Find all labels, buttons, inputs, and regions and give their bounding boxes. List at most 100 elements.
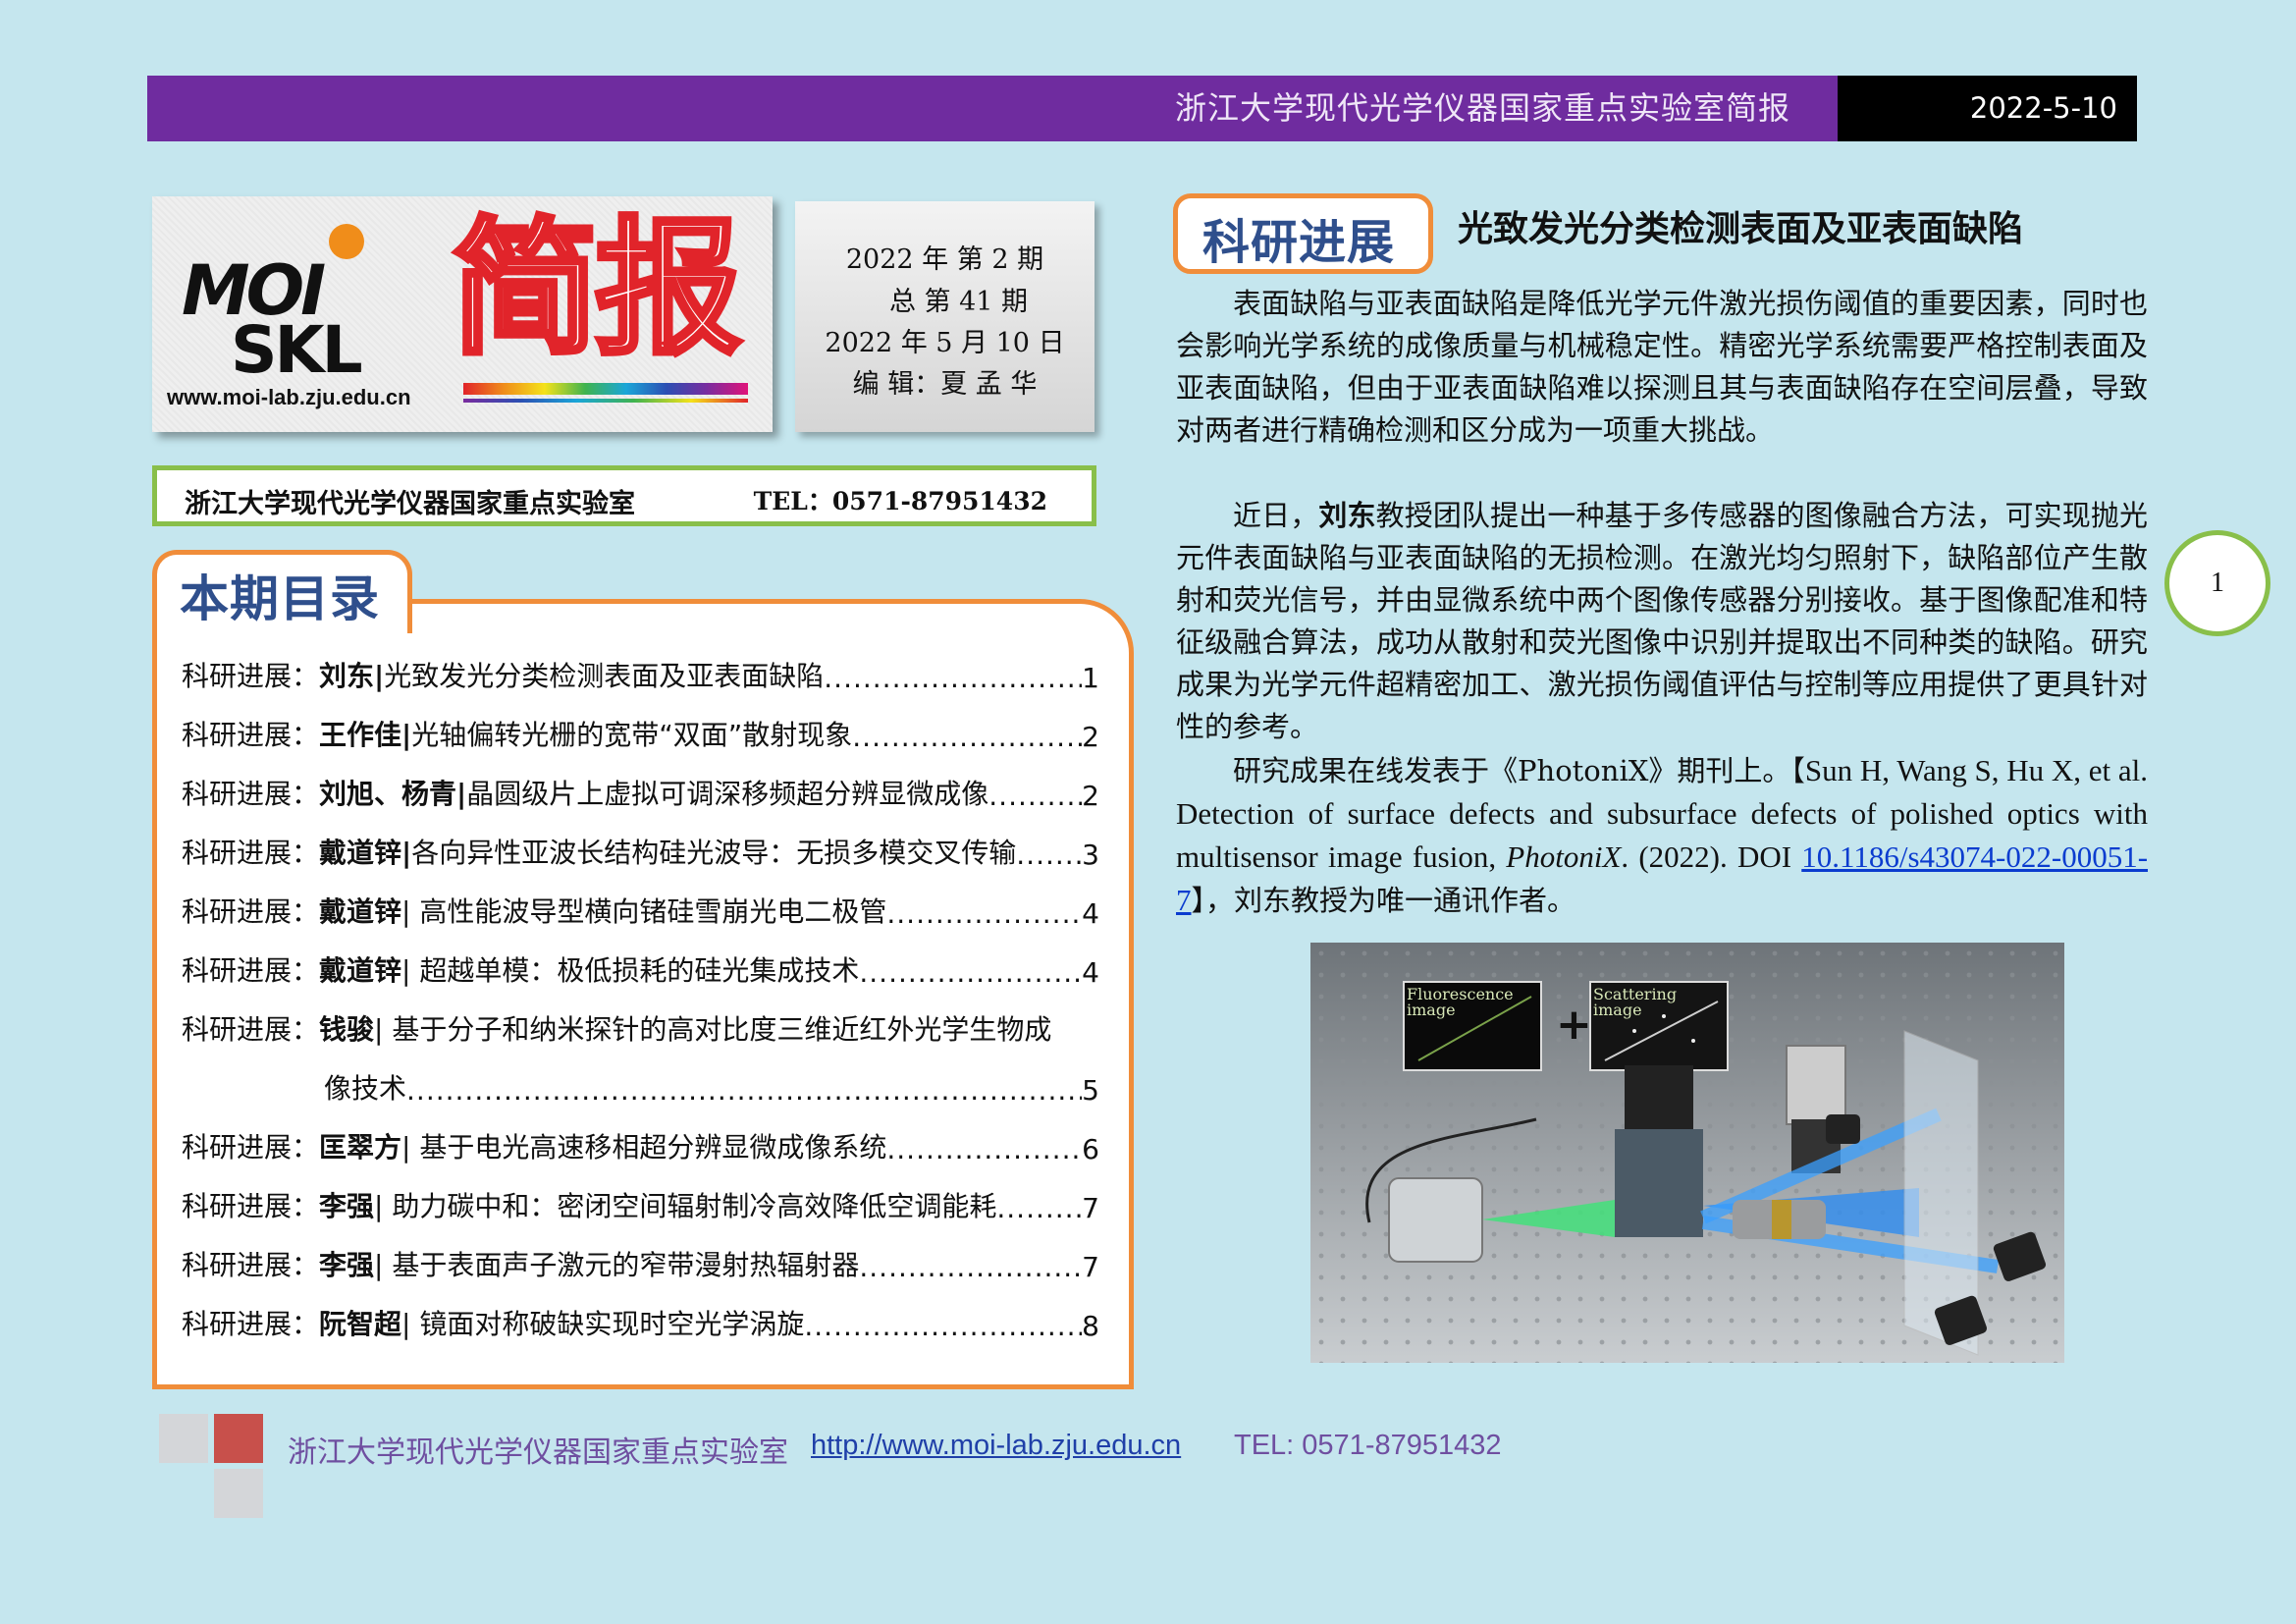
- footer-decor-square: [214, 1469, 263, 1518]
- toc-item-page: 6: [1082, 1133, 1099, 1165]
- footer-tel: TEL: 0571-87951432: [1234, 1430, 1502, 1461]
- toc-item-leader: [996, 1192, 1082, 1224]
- toc-item[interactable]: 科研进展： 李强| 基于表面声子激元的窄带漫射热辐射器 7: [182, 1239, 1099, 1283]
- logo: MOI SKL 简报 www.moi-lab.zju.edu.cn: [152, 196, 773, 432]
- toc-item-author: 戴道锌|: [319, 837, 412, 869]
- toc-item-leader: [988, 780, 1082, 812]
- lab-tel: TEL：0571-87951432: [753, 487, 1047, 515]
- toc-item-prefix: 科研进展：: [182, 895, 320, 928]
- toc-item[interactable]: 科研进展：刘旭、杨青| 晶圆级片上虚拟可调深移频超分辨显微成像 2: [182, 768, 1099, 812]
- toc-item-leader: [852, 721, 1082, 753]
- toc-item-continuation[interactable]: 像技术 5: [324, 1062, 1099, 1107]
- toc-item[interactable]: 科研进展： 钱骏 | 基于分子和纳米探针的高对比度三维近红外光学生物成: [182, 1003, 1099, 1048]
- toc-item-page: 2: [1082, 780, 1099, 812]
- toc-item-title: 光致发光分类检测表面及亚表面缺陷: [384, 660, 825, 692]
- toc-item[interactable]: 科研进展： 李强| 助力碳中和：密闭空间辐射制冷高效降低空调能耗 7: [182, 1180, 1099, 1224]
- toc-item-author: 阮智超: [319, 1308, 402, 1340]
- figure-fluorescence-label: Fluorescence image: [1407, 985, 1514, 1019]
- footer-url-link[interactable]: http://www.moi-lab.zju.edu.cn: [811, 1430, 1181, 1462]
- toc-item-leader: [859, 956, 1082, 989]
- toc-item-author: 钱骏: [319, 1013, 375, 1046]
- footer-decor-square: [214, 1414, 263, 1463]
- figure-scattering-label: Scattering image: [1593, 985, 1678, 1019]
- toc-title: 本期目录: [180, 570, 380, 627]
- article-figure: + Fluorescence image Scattering image: [1310, 943, 2064, 1363]
- toc-item-page: 3: [1082, 839, 1099, 871]
- toc-item-prefix: 科研进展：: [182, 954, 320, 987]
- article-paragraph-1: 表面缺陷与亚表面缺陷是降低光学元件激光损伤阈值的重要因素，同时也会影响光学系统的…: [1176, 287, 2148, 447]
- toc-item-prefix: 科研进展：: [182, 778, 320, 810]
- paragraph-text: 研究成果在线发表于《PhotoniX》期刊上。【: [1233, 754, 1805, 787]
- reference-year: . (2022). DOI: [1621, 839, 1802, 874]
- toc-item-page: 4: [1082, 897, 1099, 930]
- toc-item-page: 5: [1082, 1074, 1099, 1107]
- toc-item-page: 7: [1082, 1251, 1099, 1283]
- toc-item-title: | 高性能波导型横向锗硅雪崩光电二极管: [401, 895, 887, 928]
- toc-item-prefix: 科研进展：: [182, 1308, 320, 1340]
- toc-item-leader: [886, 1133, 1082, 1165]
- logo-rainbow-stripe: [463, 383, 748, 395]
- toc-item-title: | 基于分子和纳米探针的高对比度三维近红外光学生物成: [374, 1013, 1052, 1046]
- article-section-label: 科研进展: [1202, 215, 1396, 270]
- toc-item-author: 刘旭、杨青|: [319, 778, 467, 810]
- paragraph-text: 教授团队提出一种基于多传感器的图像融合方法，可实现抛光元件表面缺陷与亚表面缺陷的…: [1176, 499, 2148, 743]
- issue-number: 2022 年 第 2 期: [845, 244, 1044, 275]
- toc-item-page: 7: [1082, 1192, 1099, 1224]
- toc-item[interactable]: 科研进展：戴道锌| 高性能波导型横向锗硅雪崩光电二极管 4: [182, 886, 1099, 930]
- toc-item-page: 2: [1082, 721, 1099, 753]
- logo-rainbow-stripe-thin: [463, 399, 748, 403]
- article-paragraph-3: 研究成果在线发表于《PhotoniX》期刊上。【Sun H, Wang S, H…: [1176, 749, 2148, 922]
- toc-item-author: 李强: [319, 1190, 375, 1222]
- toc-item-prefix: 科研进展：: [182, 1131, 320, 1164]
- author-name: 刘东: [1318, 499, 1376, 532]
- toc-item-leader: [1016, 839, 1082, 871]
- toc-item-title: | 镜面对称破缺实现时空光学涡旋: [401, 1308, 805, 1340]
- toc-item-title: 各向异性亚波长结构硅光波导：无损多模交叉传输: [411, 837, 1017, 869]
- toc-item-page: 4: [1082, 956, 1099, 989]
- toc-item[interactable]: 科研进展：戴道锌| 各向异性亚波长结构硅光波导：无损多模交叉传输 3: [182, 827, 1099, 871]
- toc-item-prefix: 科研进展：: [182, 837, 320, 869]
- toc-item-title: | 助力碳中和：密闭空间辐射制冷高效降低空调能耗: [374, 1190, 997, 1222]
- logo-url: www.moi-lab.zju.edu.cn: [167, 385, 411, 409]
- toc-item-title: 像技术: [324, 1072, 407, 1105]
- logo-dot: [329, 224, 364, 259]
- logo-jianbao-text: 简报: [449, 204, 744, 375]
- toc-item[interactable]: 科研进展：戴道锌| 超越单模：极低损耗的硅光集成技术 4: [182, 945, 1099, 989]
- toc-item-author: 戴道锌: [319, 895, 402, 928]
- issue-date: 2022 年 5 月 10 日: [825, 328, 1065, 358]
- toc-item-leader: [824, 662, 1082, 694]
- toc-item-title: | 基于电光高速移相超分辨显微成像系统: [401, 1131, 887, 1164]
- toc-item-prefix: 科研进展：: [182, 1249, 320, 1281]
- toc-item-prefix: 科研进展：: [182, 719, 320, 751]
- footer-decor-square: [159, 1414, 208, 1463]
- toc-item[interactable]: 科研进展：王作佳| 光轴偏转光栅的宽带“双面”散射现象 2: [182, 709, 1099, 753]
- toc-item[interactable]: 科研进展：匡翠方| 基于电光高速移相超分辨显微成像系统 6: [182, 1121, 1099, 1165]
- toc-item-page: 8: [1082, 1310, 1099, 1342]
- toc-item-author: 王作佳|: [319, 719, 412, 751]
- toc-item-author: 李强: [319, 1249, 375, 1281]
- footer-lab-name: 浙江大学现代光学仪器国家重点实验室: [288, 1435, 788, 1470]
- lab-name: 浙江大学现代光学仪器国家重点实验室: [185, 489, 635, 519]
- header-title: 浙江大学现代光学仪器国家重点实验室简报: [1174, 89, 1790, 127]
- toc-item-leader: [859, 1251, 1082, 1283]
- journal-name: PhotoniX: [1506, 839, 1622, 874]
- issue-info: 2022 年 第 2 期 总 第 41 期 2022 年 5 月 10 日 编 …: [795, 201, 1095, 432]
- paragraph-text: 近日，: [1233, 499, 1319, 532]
- toc-item-title: | 基于表面声子激元的窄带漫射热辐射器: [374, 1249, 860, 1281]
- toc-item-page: 1: [1082, 662, 1099, 694]
- toc-item[interactable]: 科研进展：阮智超| 镜面对称破缺实现时空光学涡旋 8: [182, 1298, 1099, 1342]
- toc-item-leader: [406, 1074, 1082, 1107]
- toc-item-leader: [886, 897, 1082, 930]
- logo-skl-text: SKL: [231, 312, 363, 388]
- article-paragraph-2: 近日，刘东教授团队提出一种基于多传感器的图像融合方法，可实现抛光元件表面缺陷与亚…: [1176, 495, 2148, 748]
- toc-item-title: | 超越单模：极低损耗的硅光集成技术: [401, 954, 860, 987]
- page-number: 1: [2164, 530, 2270, 636]
- toc-item[interactable]: 科研进展：刘东| 光致发光分类检测表面及亚表面缺陷 1: [182, 650, 1099, 694]
- toc-item-title: 光轴偏转光栅的宽带“双面”散射现象: [411, 719, 853, 751]
- toc-item-leader: [804, 1310, 1082, 1342]
- paragraph-text: 】，刘东教授为唯一通讯作者。: [1191, 884, 1576, 917]
- lab-band: 浙江大学现代光学仪器国家重点实验室 TEL：0571-87951432: [152, 465, 1096, 526]
- toc-item-title: 晶圆级片上虚拟可调深移频超分辨显微成像: [466, 778, 989, 810]
- toc-item-prefix: 科研进展：: [182, 1013, 320, 1046]
- toc-item-author: 匡翠方: [319, 1131, 402, 1164]
